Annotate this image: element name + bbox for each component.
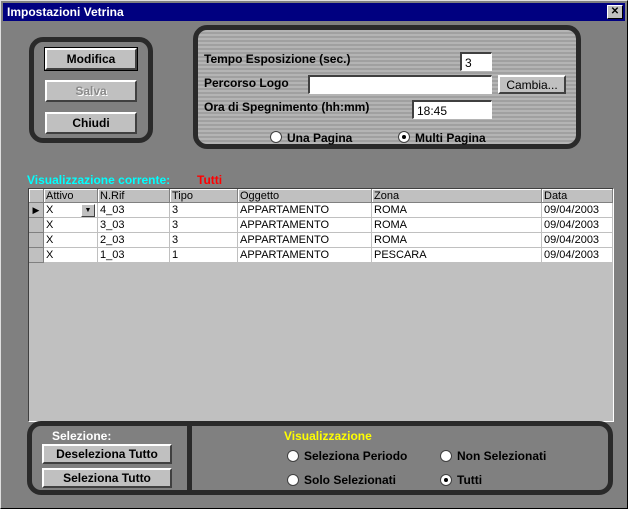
close-icon[interactable]: ✕	[607, 5, 623, 19]
percorso-label: Percorso Logo	[204, 76, 289, 90]
dropdown-arrow-icon[interactable]: ▼	[81, 203, 95, 217]
seleziona-tutto-button[interactable]: Seleziona Tutto	[42, 468, 172, 488]
window: Impostazioni Vetrina ✕ Modifica Salva Ch…	[0, 0, 628, 509]
deseleziona-tutto-button[interactable]: Deseleziona Tutto	[42, 444, 172, 464]
settings-panel: Tempo Esposizione (sec.) 3 Percorso Logo…	[193, 25, 581, 149]
seleziona-tutto-label: Seleziona Tutto	[63, 471, 151, 485]
multi-pagina-radio[interactable]	[398, 131, 410, 143]
column-header-zona[interactable]: Zona	[371, 189, 542, 203]
ora-input[interactable]: 18:45	[412, 100, 492, 119]
deseleziona-tutto-label: Deseleziona Tutto	[56, 447, 158, 461]
chiudi-button[interactable]: Chiudi	[45, 112, 137, 134]
row-selector[interactable]	[29, 232, 44, 248]
records-grid[interactable]: Attivo N.Rif Tipo Oggetto Zona Data ▶ X ▼…	[28, 188, 614, 422]
window-title: Impostazioni Vetrina	[7, 5, 124, 19]
visualizzazione-title: Visualizzazione	[284, 429, 372, 443]
column-header-data[interactable]: Data	[541, 189, 613, 203]
seleziona-periodo-radio[interactable]	[287, 450, 299, 462]
cell-tipo[interactable]: 3	[169, 202, 238, 218]
current-view-label: Visualizzazione corrente:	[27, 173, 171, 187]
table-row[interactable]: ▶ X ▼ 4_03 3 APPARTAMENTO ROMA 09/04/2003	[29, 202, 613, 218]
column-header-oggetto[interactable]: Oggetto	[237, 189, 372, 203]
cell-zona[interactable]: ROMA	[371, 202, 542, 218]
seleziona-periodo-label[interactable]: Seleziona Periodo	[304, 449, 407, 463]
records-table: Attivo N.Rif Tipo Oggetto Zona Data ▶ X ▼…	[29, 189, 613, 263]
table-row[interactable]: X 1_03 1 APPARTAMENTO PESCARA 09/04/2003	[29, 247, 613, 263]
cell-nrif[interactable]: 3_03	[97, 217, 170, 233]
bottom-panel: Selezione: Deseleziona Tutto Seleziona T…	[27, 421, 613, 495]
row-selector[interactable]	[29, 217, 44, 233]
cell-data[interactable]: 09/04/2003	[541, 217, 613, 233]
tutti-radio[interactable]	[440, 474, 452, 486]
title-bar: Impostazioni Vetrina ✕	[3, 3, 625, 21]
column-header-nrif[interactable]: N.Rif	[97, 189, 170, 203]
tempo-label: Tempo Esposizione (sec.)	[204, 52, 351, 66]
cell-attivo-value: X	[46, 203, 54, 216]
cell-oggetto[interactable]: APPARTAMENTO	[237, 217, 372, 233]
multi-pagina-label[interactable]: Multi Pagina	[415, 131, 486, 145]
solo-selezionati-label[interactable]: Solo Selezionati	[304, 473, 396, 487]
modifica-button[interactable]: Modifica	[44, 47, 138, 71]
cambia-button[interactable]: Cambia...	[498, 75, 566, 94]
cell-data[interactable]: 09/04/2003	[541, 202, 613, 218]
tutti-label[interactable]: Tutti	[457, 473, 482, 487]
cell-zona[interactable]: PESCARA	[371, 247, 542, 263]
cell-tipo[interactable]: 3	[169, 217, 238, 233]
cell-attivo[interactable]: X	[43, 217, 98, 233]
grid-header-row: Attivo N.Rif Tipo Oggetto Zona Data	[29, 189, 613, 203]
salva-label: Salva	[75, 84, 107, 98]
column-header-attivo[interactable]: Attivo	[43, 189, 98, 203]
selezione-label: Selezione:	[52, 429, 112, 443]
cell-zona[interactable]: ROMA	[371, 217, 542, 233]
una-pagina-label[interactable]: Una Pagina	[287, 131, 352, 145]
cell-nrif[interactable]: 2_03	[97, 232, 170, 248]
actions-panel: Modifica Salva Chiudi	[29, 37, 153, 143]
chiudi-label: Chiudi	[72, 116, 110, 130]
cell-nrif[interactable]: 1_03	[97, 247, 170, 263]
row-selector-header	[29, 189, 44, 203]
non-selezionati-label[interactable]: Non Selezionati	[457, 449, 546, 463]
tempo-input[interactable]: 3	[460, 52, 492, 71]
percorso-input[interactable]	[308, 75, 492, 94]
row-pointer-icon[interactable]: ▶	[29, 202, 44, 218]
cell-data[interactable]: 09/04/2003	[541, 247, 613, 263]
ora-label: Ora di Spegnimento (hh:mm)	[204, 100, 370, 114]
solo-selezionati-radio[interactable]	[287, 474, 299, 486]
cell-tipo[interactable]: 3	[169, 232, 238, 248]
cambia-label: Cambia...	[506, 78, 558, 92]
salva-button[interactable]: Salva	[45, 80, 137, 102]
row-selector[interactable]	[29, 247, 44, 263]
current-view-value: Tutti	[197, 173, 223, 187]
table-row[interactable]: X 3_03 3 APPARTAMENTO ROMA 09/04/2003	[29, 217, 613, 233]
cell-oggetto[interactable]: APPARTAMENTO	[237, 202, 372, 218]
column-header-tipo[interactable]: Tipo	[169, 189, 238, 203]
cell-oggetto[interactable]: APPARTAMENTO	[237, 232, 372, 248]
modifica-label: Modifica	[66, 52, 116, 66]
cell-attivo[interactable]: X	[43, 247, 98, 263]
cell-oggetto[interactable]: APPARTAMENTO	[237, 247, 372, 263]
panel-divider	[187, 421, 192, 495]
cell-attivo[interactable]: X	[43, 232, 98, 248]
cell-tipo[interactable]: 1	[169, 247, 238, 263]
una-pagina-radio[interactable]	[270, 131, 282, 143]
cell-zona[interactable]: ROMA	[371, 232, 542, 248]
cell-attivo[interactable]: X ▼	[43, 202, 98, 218]
table-row[interactable]: X 2_03 3 APPARTAMENTO ROMA 09/04/2003	[29, 232, 613, 248]
non-selezionati-radio[interactable]	[440, 450, 452, 462]
cell-data[interactable]: 09/04/2003	[541, 232, 613, 248]
cell-nrif[interactable]: 4_03	[97, 202, 170, 218]
